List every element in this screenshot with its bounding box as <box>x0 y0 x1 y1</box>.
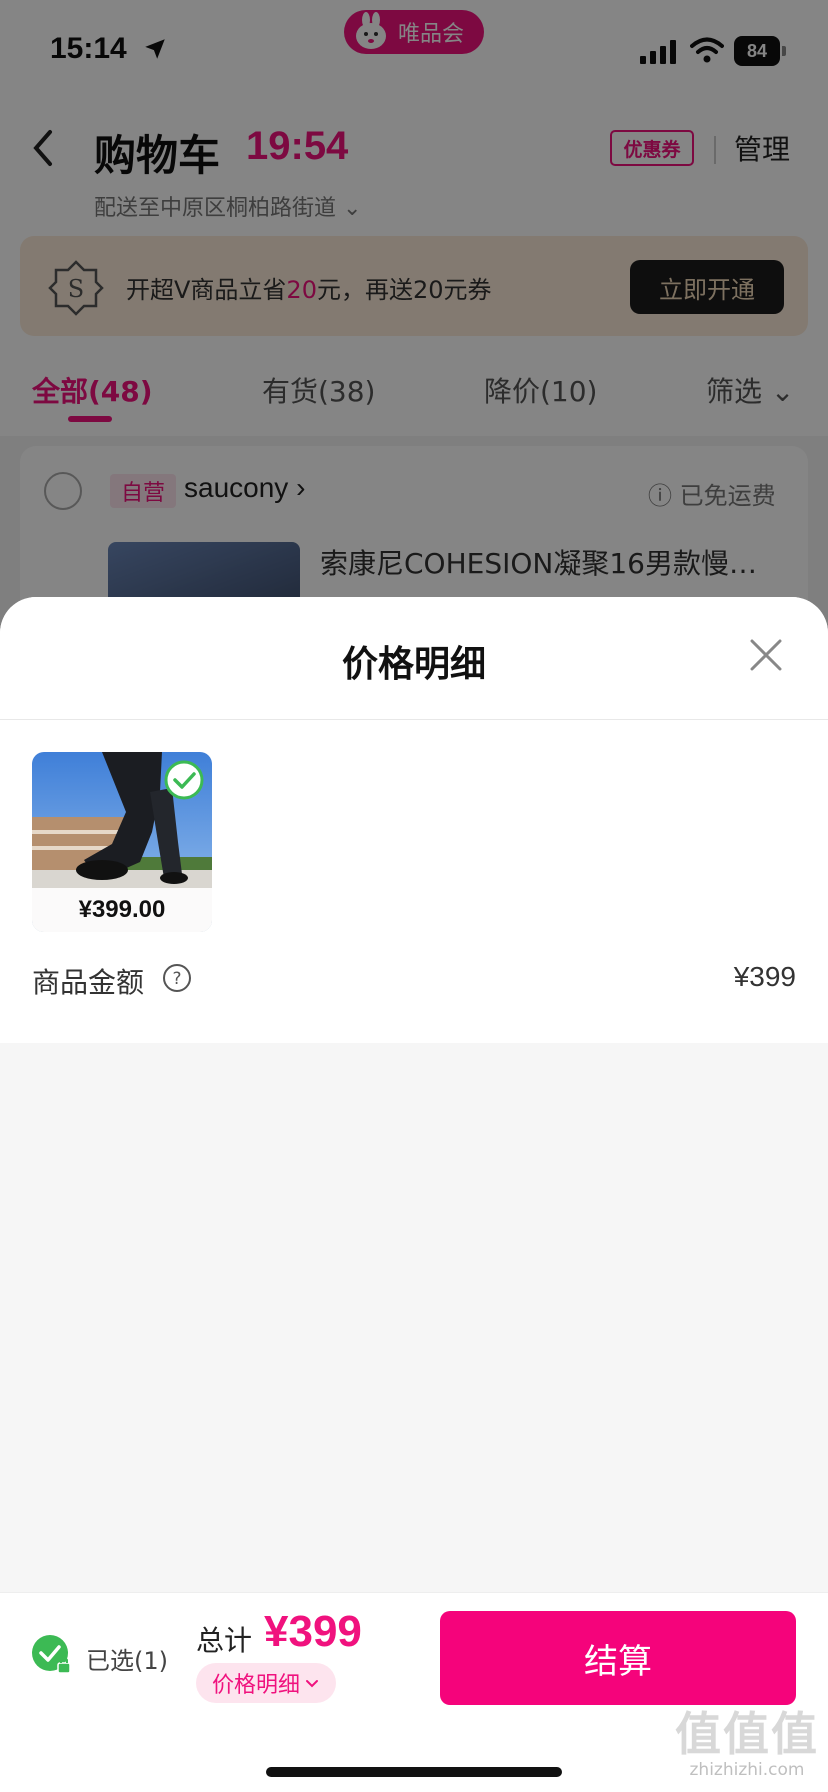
watermark: 值值值 zhizhizhi.com <box>672 1708 822 1780</box>
price-detail-label: 价格明细 <box>211 1673 300 1698</box>
watermark-logo: 值值值 <box>675 1707 819 1761</box>
chevron-down-icon <box>306 1680 318 1688</box>
sheet-title: 价格明细 <box>341 644 486 685</box>
lock-check-icon[interactable] <box>30 1633 74 1677</box>
help-icon[interactable]: ? <box>162 963 192 993</box>
selected-item-thumbnail[interactable]: ¥399.00 <box>32 752 212 932</box>
amount-label: 商品金额 <box>32 966 145 999</box>
svg-text:?: ? <box>172 969 181 989</box>
home-indicator <box>266 1767 562 1777</box>
checkout-button[interactable]: 结算 <box>440 1611 796 1705</box>
price-detail-toggle[interactable]: 价格明细 <box>196 1663 336 1703</box>
selected-count: 已选(1) <box>86 1647 168 1675</box>
close-icon[interactable] <box>742 631 790 679</box>
check-circle-icon <box>164 760 204 800</box>
watermark-site: zhizhizhi.com <box>689 1760 805 1780</box>
sheet-content: 价格明细 ¥399.00 商品金额 ? ¥399 <box>0 597 828 1043</box>
amount-value: ¥399 <box>733 961 796 992</box>
thumbnail-price: ¥399.00 <box>32 888 212 932</box>
total-value: ¥399 <box>264 1607 362 1656</box>
amount-row: 商品金额 ? ¥399 <box>32 959 796 999</box>
total-label: 总计 <box>196 1624 253 1657</box>
sheet-divider <box>0 719 828 720</box>
